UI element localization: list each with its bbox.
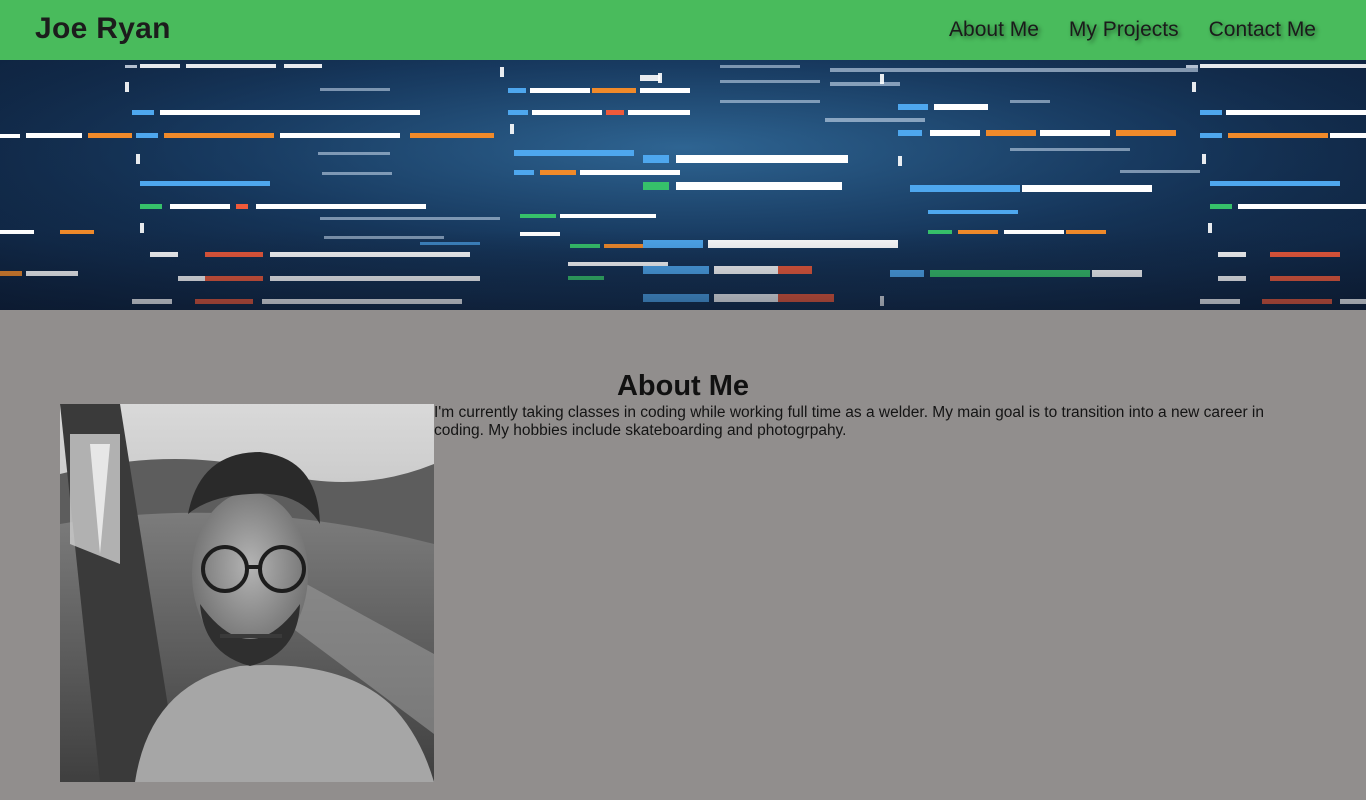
nav-links: About Me My Projects Contact Me: [949, 16, 1316, 44]
about-heading: About Me: [616, 370, 750, 402]
hero-shade: [0, 230, 1366, 310]
nav-link-contact-me[interactable]: Contact Me: [1209, 16, 1316, 44]
brand-logo[interactable]: Joe Ryan: [35, 10, 171, 48]
about-description: I'm currently taking classes in coding w…: [434, 404, 1264, 439]
navbar: Joe Ryan About Me My Projects Contact Me: [0, 0, 1366, 60]
hero-banner: [0, 60, 1366, 310]
nav-link-my-projects[interactable]: My Projects: [1069, 16, 1179, 44]
nav-link-about-me[interactable]: About Me: [949, 16, 1039, 44]
profile-photo: [60, 404, 434, 782]
